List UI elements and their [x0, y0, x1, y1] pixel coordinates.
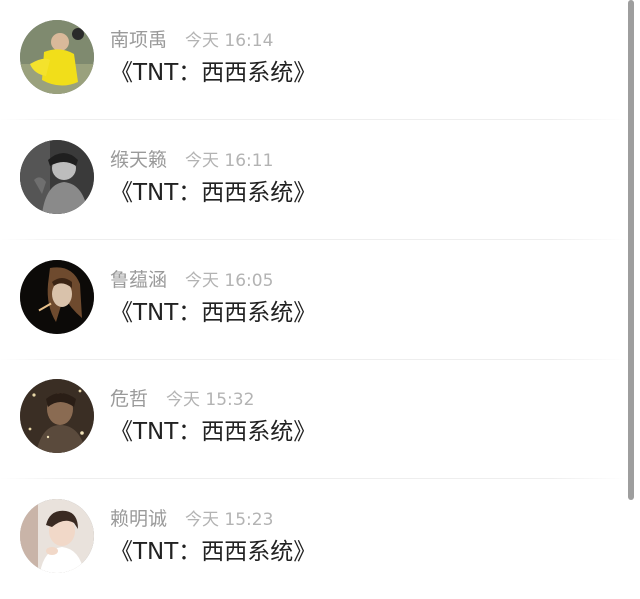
user-name[interactable]: 缑天籁	[110, 149, 167, 171]
user-name[interactable]: 危哲	[110, 388, 148, 410]
comment-item[interactable]: 危哲 今天 15:32 《TNT：西西系统》	[0, 359, 626, 479]
timestamp: 今天 15:32	[166, 390, 255, 410]
comment-item[interactable]: 赖明诚 今天 15:23 《TNT：西西系统》	[0, 479, 626, 599]
avatar[interactable]	[20, 20, 94, 94]
comment-list[interactable]: 南项禹 今天 16:14 《TNT：西西系统》 缑天籁 今天 16:11 《TNT：…	[0, 0, 626, 590]
comment-text: 《TNT：西西系统》	[110, 300, 317, 326]
comment-text: 《TNT：西西系统》	[110, 180, 317, 206]
avatar[interactable]	[20, 499, 94, 573]
comment-text: 《TNT：西西系统》	[110, 60, 317, 86]
comment-meta: 缑天籁 今天 16:11	[110, 148, 273, 172]
comment-meta: 赖明诚 今天 15:23	[110, 507, 273, 531]
scrollbar[interactable]	[628, 0, 634, 500]
comment-item[interactable]: 缑天籁 今天 16:11 《TNT：西西系统》	[0, 120, 626, 240]
avatar[interactable]	[20, 140, 94, 214]
timestamp: 今天 16:11	[185, 151, 274, 171]
avatar[interactable]	[20, 260, 94, 334]
comment-meta: 鲁蕴涵 今天 16:05	[110, 268, 273, 292]
user-name[interactable]: 鲁蕴涵	[110, 269, 167, 291]
avatar[interactable]	[20, 379, 94, 453]
user-name[interactable]: 南项禹	[110, 29, 167, 51]
user-name[interactable]: 赖明诚	[110, 508, 167, 530]
timestamp: 今天 16:05	[185, 271, 274, 291]
comment-item[interactable]: 南项禹 今天 16:14 《TNT：西西系统》	[0, 0, 626, 120]
comment-text: 《TNT：西西系统》	[110, 539, 317, 565]
comment-meta: 危哲 今天 15:32	[110, 387, 254, 411]
comment-text: 《TNT：西西系统》	[110, 419, 317, 445]
comment-meta: 南项禹 今天 16:14	[110, 28, 273, 52]
timestamp: 今天 16:14	[185, 31, 274, 51]
timestamp: 今天 15:23	[185, 510, 274, 530]
comment-item[interactable]: 鲁蕴涵 今天 16:05 《TNT：西西系统》	[0, 240, 626, 360]
